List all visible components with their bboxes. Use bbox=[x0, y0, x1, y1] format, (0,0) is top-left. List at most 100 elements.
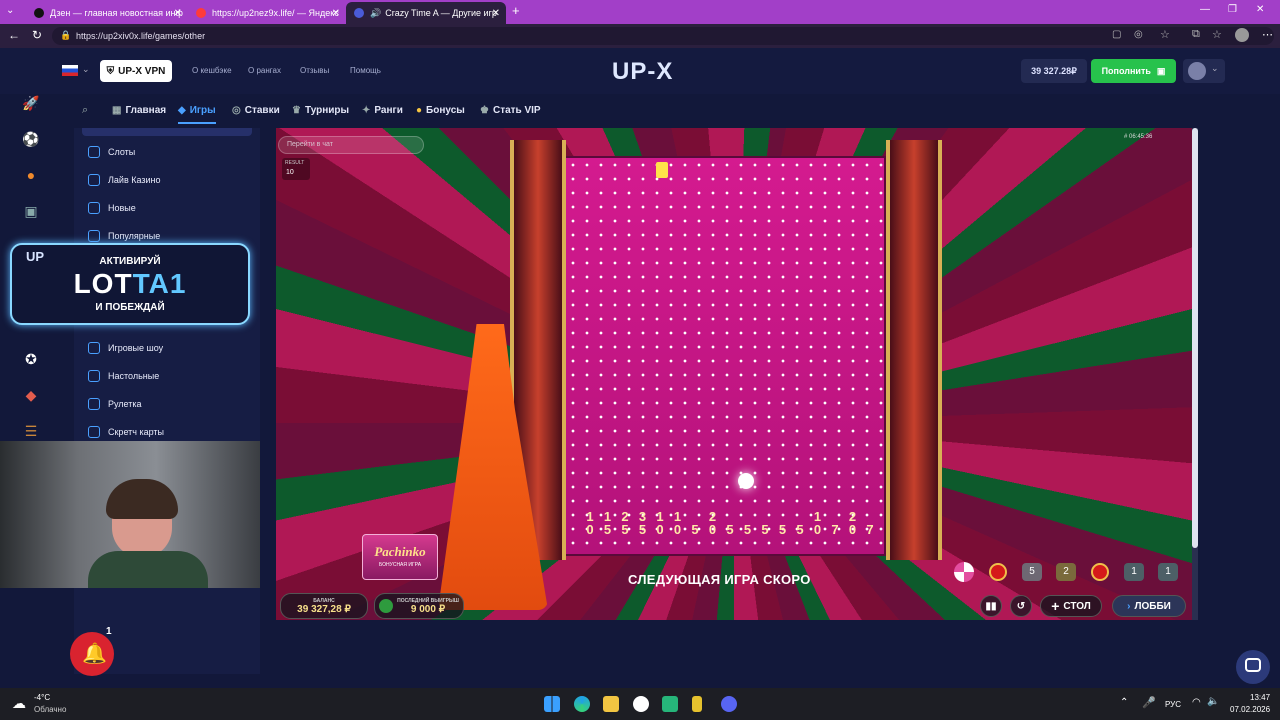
sidebar-item-live-casino[interactable]: Лайв Казино bbox=[88, 174, 161, 186]
file-explorer-icon[interactable] bbox=[603, 696, 619, 712]
windows-start-icon[interactable] bbox=[544, 696, 560, 712]
nav-bets[interactable]: ◎ Ставки bbox=[232, 105, 280, 116]
football-icon[interactable]: ⚽ bbox=[22, 130, 40, 148]
shield-icon: ⛨ bbox=[106, 65, 115, 77]
close-tab-icon[interactable]: ✕ bbox=[492, 8, 500, 19]
promo-banner[interactable]: UP АКТИВИРУЙ LOTTA1 И ПОБЕЖДАЙ bbox=[10, 243, 250, 325]
deposit-label: Пополнить bbox=[1101, 66, 1151, 76]
weather-icon[interactable]: ☁ bbox=[12, 695, 26, 712]
sidebar-item-new[interactable]: Новые bbox=[88, 202, 136, 214]
multiplier-slot: 10 bbox=[582, 510, 598, 542]
microphone-icon[interactable]: 🎤 bbox=[1142, 696, 1156, 709]
nav-bonuses[interactable]: ● Бонусы bbox=[416, 105, 465, 116]
reload-icon[interactable]: ↻ bbox=[32, 28, 42, 42]
nav-ranks[interactable]: ✦ Ранги bbox=[362, 105, 403, 116]
favorite-star-icon[interactable]: ☆ bbox=[1160, 28, 1170, 41]
close-window-icon[interactable]: ✕ bbox=[1256, 4, 1264, 15]
close-tab-icon[interactable]: ✕ bbox=[332, 8, 340, 19]
history-red-coin-icon bbox=[989, 563, 1007, 581]
new-tab-icon[interactable]: + bbox=[512, 3, 520, 18]
close-tab-icon[interactable]: ✕ bbox=[174, 8, 182, 19]
left-rail: 🚀 ⚽ ● ▣ ✪ ◆ ☰ bbox=[0, 94, 62, 688]
tray-chevron-icon[interactable]: ⌃ bbox=[1120, 697, 1128, 708]
reader-icon[interactable]: ▢ bbox=[1112, 29, 1121, 40]
vpn-button[interactable]: ⛨ UP-X VPN bbox=[100, 60, 172, 82]
cashback-link[interactable]: О кешбэке bbox=[192, 66, 232, 75]
sidebar-item-slots[interactable]: Слоты bbox=[88, 146, 135, 158]
ladder-icon[interactable]: ☰ bbox=[22, 422, 40, 440]
sidebar-item-roulette[interactable]: Рулетка bbox=[88, 398, 142, 410]
lock-icon: 🔒 bbox=[60, 30, 72, 40]
nav-tournaments[interactable]: ♛ Турниры bbox=[292, 105, 349, 116]
browser-tab-1[interactable]: Дзен — главная новостная инф ✕ bbox=[26, 2, 188, 24]
chip-icon[interactable]: ✪ bbox=[22, 350, 40, 368]
language-flag-icon[interactable] bbox=[62, 65, 78, 76]
balance-value: 39 327.28₽ bbox=[1031, 65, 1077, 76]
sidebar-item-scratch[interactable]: Скретч карты bbox=[88, 426, 164, 438]
game-frame[interactable]: 10152535101052055555107207 Перейти в чат… bbox=[276, 128, 1192, 620]
clock-time[interactable]: 13:47 bbox=[1250, 693, 1270, 702]
ticket-icon[interactable]: ◆ bbox=[22, 386, 40, 404]
browser-tab-2[interactable]: https://up2nez9x.life/ — Яндекс ✕ bbox=[188, 2, 346, 24]
user-menu-button[interactable]: ⌄ bbox=[1183, 59, 1225, 83]
multiplier-bottom-digit: 5 bbox=[743, 522, 752, 537]
browser-tab-3-active[interactable]: 🔊 Crazy Time A — Другие игр ✕ bbox=[346, 2, 506, 24]
rocket-icon[interactable]: 🚀 bbox=[22, 94, 40, 112]
briefcase-icon[interactable]: ▣ bbox=[22, 202, 40, 220]
history-item: 1 bbox=[1124, 563, 1144, 581]
discord-icon[interactable] bbox=[721, 696, 737, 712]
search-icon[interactable]: ⌕ bbox=[82, 104, 88, 117]
nav-games[interactable]: ◆ Игры bbox=[178, 105, 216, 124]
wifi-icon[interactable]: ◠ bbox=[1192, 697, 1201, 708]
promo-line3: И ПОБЕЖДАЙ bbox=[95, 302, 165, 313]
app-icon[interactable] bbox=[692, 696, 702, 712]
stats-button[interactable]: ▮▮ bbox=[980, 595, 1002, 617]
extensions-icon[interactable]: ◎ bbox=[1134, 29, 1143, 40]
nav-home[interactable]: ▦ Главная bbox=[112, 105, 166, 116]
chevron-down-icon[interactable]: ⌄ bbox=[82, 64, 90, 75]
profile-avatar-icon[interactable] bbox=[1235, 28, 1249, 42]
sidebar-item-popular[interactable]: Популярные bbox=[88, 230, 160, 242]
yandex-browser-icon[interactable] bbox=[633, 696, 649, 712]
tab-list-icon[interactable]: ⌄ bbox=[6, 5, 14, 16]
minimize-icon[interactable]: — bbox=[1200, 4, 1210, 15]
support-chat-button[interactable] bbox=[1236, 650, 1270, 684]
collections-icon[interactable]: ⧉ bbox=[1192, 28, 1200, 41]
chevron-down-icon: ⌄ bbox=[1211, 63, 1219, 73]
nav-label: Ставки bbox=[244, 105, 280, 116]
maximize-icon[interactable]: ❐ bbox=[1228, 4, 1237, 15]
sidebar-item-game-shows[interactable]: Игровые шоу bbox=[88, 342, 163, 354]
sidebar-item-table[interactable]: Настольные bbox=[88, 370, 159, 382]
category-icon bbox=[88, 202, 100, 214]
volume-icon[interactable]: 🔈 bbox=[1207, 696, 1219, 707]
reviews-link[interactable]: Отзывы bbox=[300, 66, 329, 75]
edge-browser-icon[interactable] bbox=[574, 696, 590, 712]
game-scrollbar[interactable] bbox=[1192, 128, 1198, 620]
nav-vip[interactable]: ♚ Стать VIP bbox=[480, 105, 541, 116]
notifications-button[interactable]: 🔔 1 bbox=[70, 626, 114, 676]
pillar-right bbox=[886, 140, 942, 560]
store-icon[interactable] bbox=[662, 696, 678, 712]
language-indicator[interactable]: РУС bbox=[1165, 700, 1181, 709]
clock-date[interactable]: 07.02.2026 bbox=[1230, 705, 1270, 714]
favorites-icon[interactable]: ☆ bbox=[1212, 28, 1222, 41]
url-field[interactable]: 🔒 https://up2xiv0x.life/games/other bbox=[52, 27, 1274, 45]
multiplier-bottom-digit: 0 bbox=[673, 522, 682, 537]
basketball-icon[interactable]: ● bbox=[22, 166, 40, 184]
coins-icon bbox=[379, 599, 394, 613]
table-button[interactable]: + СТОЛ bbox=[1040, 595, 1102, 617]
site-logo[interactable]: UP-X bbox=[612, 58, 673, 86]
url-text: https://up2xiv0x.life/games/other bbox=[76, 31, 206, 41]
drop-puck bbox=[656, 162, 668, 178]
back-icon[interactable]: ← bbox=[8, 28, 20, 42]
history-button[interactable]: ↺ bbox=[1010, 595, 1032, 617]
ranks-link[interactable]: О рангах bbox=[248, 66, 281, 75]
deposit-button[interactable]: Пополнить ▣ bbox=[1091, 59, 1176, 83]
chat-input[interactable]: Перейти в чат bbox=[278, 136, 424, 154]
nav-label: Бонусы bbox=[426, 105, 465, 116]
help-link[interactable]: Помощь bbox=[350, 66, 381, 75]
more-menu-icon[interactable]: ⋯ bbox=[1262, 28, 1273, 41]
multiplier-bottom-digit: 7 bbox=[866, 522, 874, 537]
lobby-button[interactable]: › ЛОББИ bbox=[1112, 595, 1186, 617]
game-scrollbar-thumb[interactable] bbox=[1192, 128, 1198, 548]
